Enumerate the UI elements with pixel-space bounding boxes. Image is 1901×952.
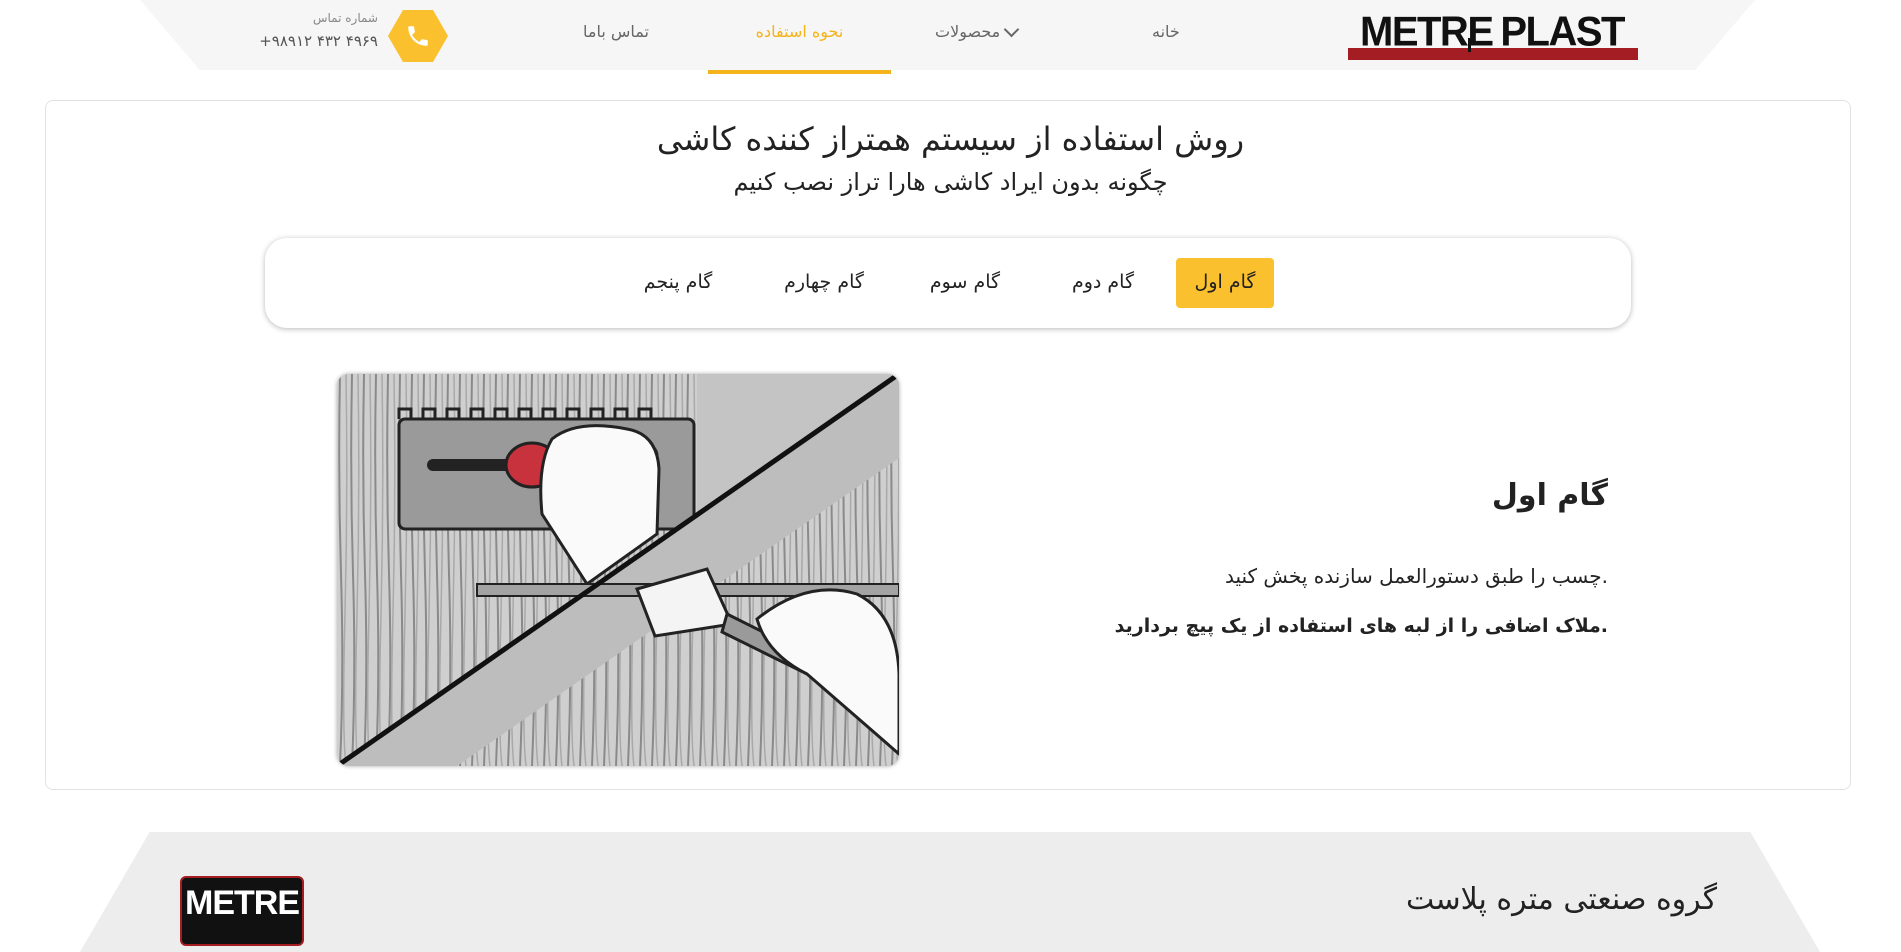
- tab-step-1[interactable]: گام اول: [1176, 258, 1274, 308]
- nav-contact[interactable]: تماس باما: [583, 22, 649, 41]
- page-title: روش استفاده از سیستم همتراز کننده کاشی: [656, 120, 1245, 158]
- phone-label: شماره تماس: [312, 11, 378, 25]
- footer-logo-text: METRE: [185, 884, 300, 922]
- logo-level-mark: [1468, 38, 1479, 52]
- nav-usage[interactable]: نحوه استفاده: [708, 22, 891, 74]
- footer-title: گروه صنعتی متره پلاست: [1406, 882, 1717, 917]
- page-subtitle: چگونه بدون ایراد کاشی هارا تراز نصب کنیم: [733, 168, 1168, 196]
- site-logo[interactable]: METRE PLAST: [1348, 8, 1638, 60]
- tab-step-3[interactable]: گام سوم: [905, 258, 1025, 308]
- step-description: چسب را طبق دستورالعمل سازنده پخش کنید.: [1224, 564, 1608, 588]
- chevron-down-icon: [1003, 21, 1020, 37]
- phone-number[interactable]: +۹۸۹۱۲ ۴۳۲ ۴۹۶۹: [256, 32, 378, 50]
- step-illustration-drawing: [337, 374, 899, 766]
- step-illustration: [337, 374, 899, 766]
- nav-home[interactable]: خانه: [1152, 22, 1180, 41]
- tab-step-2[interactable]: گام دوم: [1048, 258, 1158, 308]
- phone-icon: [408, 26, 428, 46]
- nav-products[interactable]: محصولات: [935, 21, 1023, 41]
- step-tabs: گام اول گام دوم گام سوم گام چهارم گام پن…: [265, 238, 1631, 328]
- step-heading: گام اول: [1491, 478, 1608, 513]
- nav-products-label: محصولات: [935, 22, 1001, 41]
- usage-card: [45, 100, 1851, 790]
- tab-step-4[interactable]: گام چهارم: [759, 258, 889, 308]
- logo-red-bar: [1348, 38, 1638, 60]
- tab-step-5[interactable]: گام پنجم: [613, 258, 743, 308]
- footer-logo[interactable]: METRE: [180, 876, 304, 946]
- step-note: ملاک اضافی را از لبه های استفاده از یک پ…: [1114, 615, 1608, 637]
